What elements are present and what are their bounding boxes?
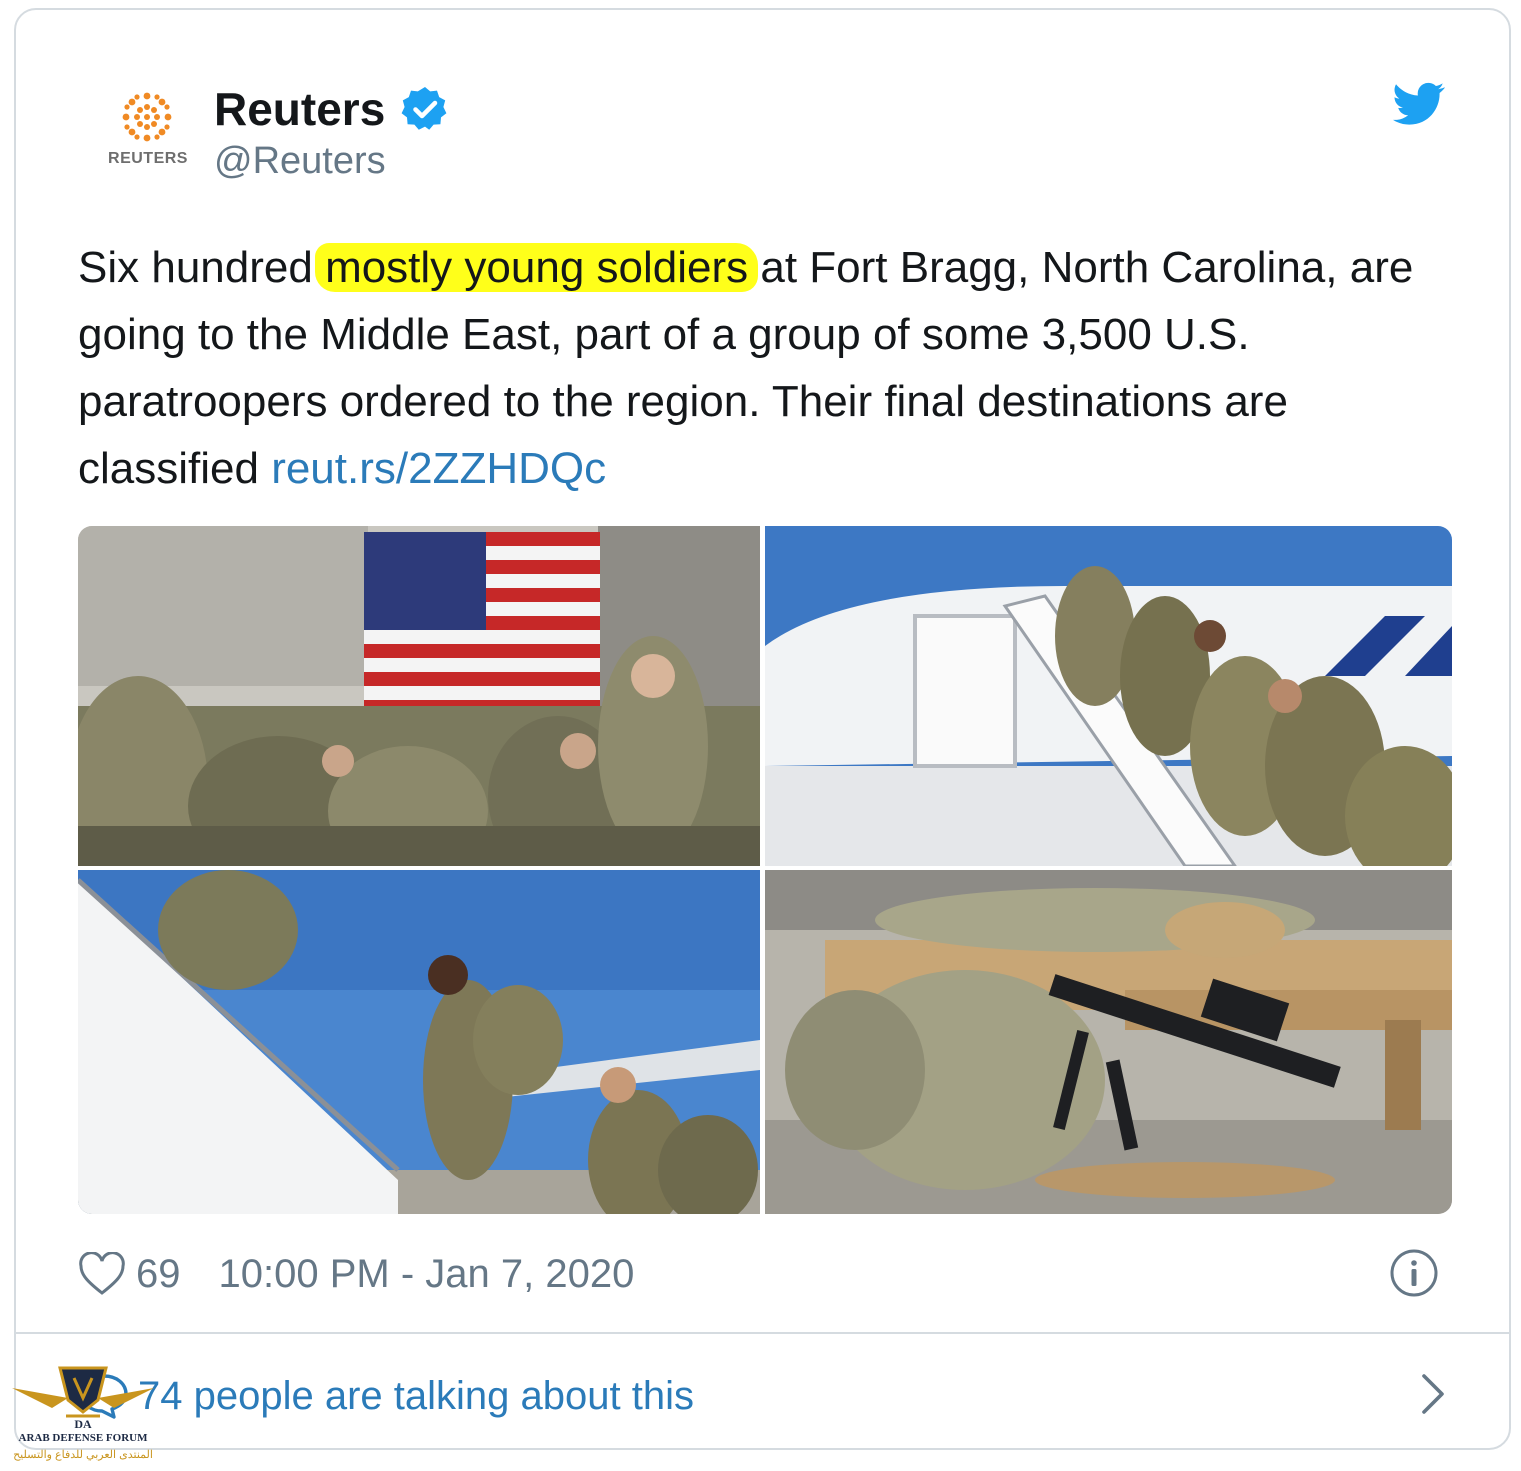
like-count: 69 bbox=[136, 1251, 181, 1296]
footer-divider bbox=[16, 1332, 1509, 1334]
conversation-count-text[interactable]: 74 people are talking about this bbox=[138, 1374, 694, 1419]
account-name-row: Reuters bbox=[214, 82, 449, 136]
twitter-bird-icon[interactable] bbox=[1393, 82, 1445, 126]
watermark-title: ARAB DEFENSE FORUM bbox=[18, 1432, 148, 1444]
photo-soldiers-hangar-flag[interactable] bbox=[78, 526, 760, 866]
reuters-avatar[interactable]: REUTERS bbox=[90, 80, 206, 180]
photo-soldier-resting-rifle[interactable] bbox=[765, 870, 1452, 1214]
tweet-meta-row: 69 10:00 PM - Jan 7, 2020 bbox=[78, 1248, 634, 1300]
photo-soldiers-aircraft-stairs[interactable] bbox=[765, 526, 1452, 866]
tweet-text-start: Six hundred bbox=[78, 243, 326, 292]
reuters-logo-icon bbox=[122, 92, 172, 142]
arab-defense-forum-watermark: DA ARAB DEFENSE FORUM المنتدى العربي للد… bbox=[8, 1360, 158, 1470]
svg-text:DA: DA bbox=[74, 1417, 92, 1431]
avatar-wordmark: REUTERS bbox=[108, 150, 188, 167]
tweet-timestamp[interactable]: 10:00 PM - Jan 7, 2020 bbox=[219, 1252, 635, 1297]
article-link[interactable]: reut.rs/2ZZHDQc bbox=[271, 444, 606, 493]
verified-badge-icon bbox=[401, 87, 447, 130]
forum-emblem-icon: DA bbox=[12, 1366, 154, 1431]
photo-soldiers-boarding-plane[interactable] bbox=[78, 870, 760, 1214]
highlighted-phrase: mostly young soldiers bbox=[315, 243, 759, 292]
watermark-arabic: المنتدى العربي للدفاع والتسليح bbox=[13, 1449, 153, 1461]
chevron-right-icon[interactable] bbox=[1418, 1372, 1448, 1416]
conversation-link-row[interactable]: 74 people are talking about this bbox=[78, 1366, 1448, 1426]
display-name[interactable]: Reuters bbox=[214, 82, 385, 136]
account-handle[interactable]: @Reuters bbox=[214, 140, 386, 183]
tweet-card: REUTERS Reuters @Reuters Six hundred mos… bbox=[14, 8, 1511, 1450]
info-icon[interactable] bbox=[1389, 1248, 1439, 1298]
heart-icon[interactable] bbox=[78, 1252, 126, 1296]
photo-grid bbox=[78, 526, 1452, 1214]
tweet-text: Six hundred mostly young soldiers at For… bbox=[78, 234, 1448, 502]
